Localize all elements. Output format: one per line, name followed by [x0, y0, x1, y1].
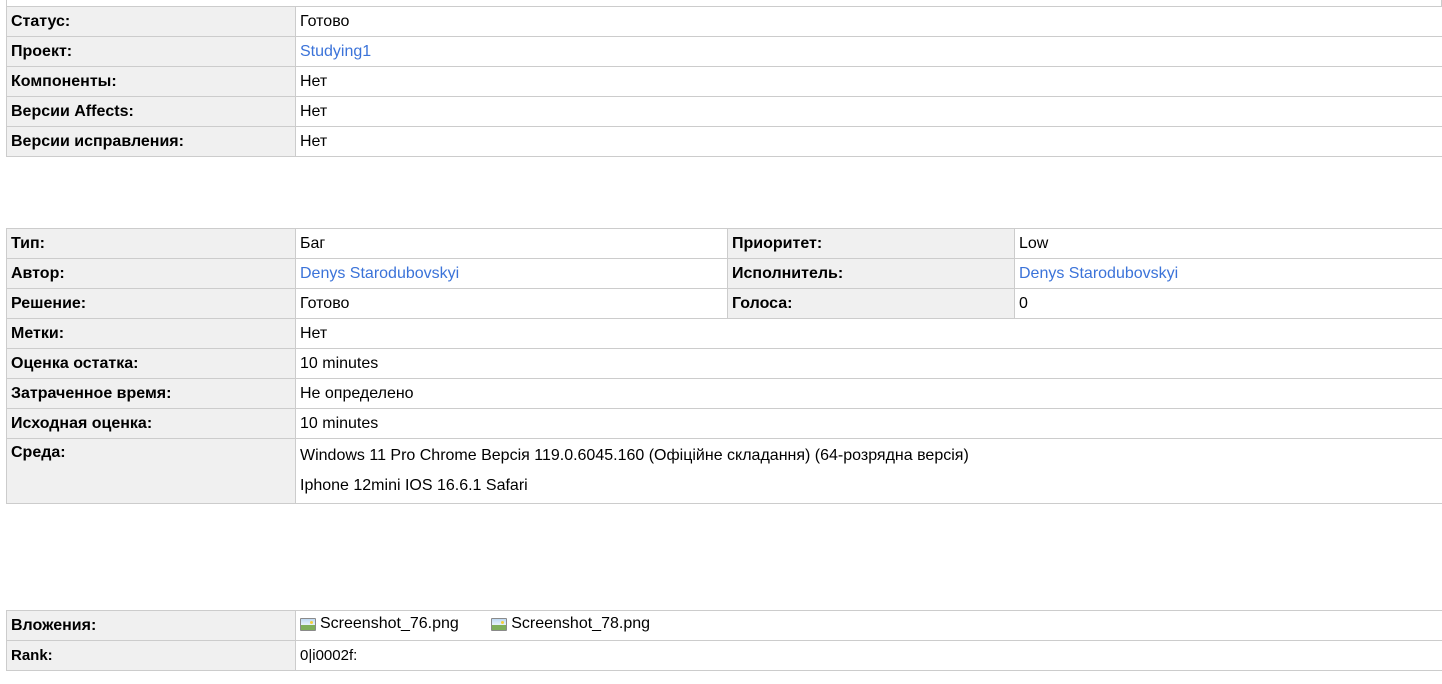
rank-label: Rank: — [6, 640, 296, 671]
components-row: Компоненты: Нет — [6, 66, 1442, 97]
fix-versions-value: Нет — [295, 126, 1442, 157]
environment-value: Windows 11 Pro Chrome Версія 119.0.6045.… — [295, 438, 1442, 504]
assignee-label: Исполнитель: — [727, 258, 1015, 289]
resolution-label: Решение: — [6, 288, 296, 319]
type-priority-row: Тип: Баг Приоритет: Low — [6, 228, 1442, 259]
attachment-link[interactable]: Screenshot_78.png — [491, 615, 650, 633]
time-spent-value: Не определено — [295, 378, 1442, 409]
project-value-cell: Studying1 — [295, 36, 1442, 67]
environment-line: Windows 11 Pro Chrome Версія 119.0.6045.… — [300, 447, 969, 464]
status-row: Статус: Готово — [6, 6, 1442, 37]
fix-versions-row: Версии исправления: Нет — [6, 126, 1442, 157]
components-label: Компоненты: — [6, 66, 296, 97]
attachments-value: Screenshot_76.png Screenshot_78.png — [295, 610, 1442, 641]
labels-row: Метки: Нет — [6, 318, 1442, 349]
attachments-table: Вложения: Screenshot_76.png Screenshot_7… — [6, 610, 1442, 671]
assignee-value-cell: Denys Starodubovskyi — [1014, 258, 1442, 289]
priority-label: Приоритет: — [727, 228, 1015, 259]
attachment-filename: Screenshot_76.png — [320, 615, 459, 633]
author-assignee-row: Автор: Denys Starodubovskyi Исполнитель:… — [6, 258, 1442, 289]
project-row: Проект: Studying1 — [6, 36, 1442, 67]
status-label: Статус: — [6, 6, 296, 37]
resolution-votes-row: Решение: Готово Голоса: 0 — [6, 288, 1442, 319]
summary-table: Статус: Готово Проект: Studying1 Компоне… — [6, 6, 1442, 157]
environment-line: Iphone 12mini IOS 16.6.1 Safari — [300, 477, 528, 494]
type-value: Баг — [295, 228, 728, 259]
environment-label: Среда: — [6, 438, 296, 504]
rank-value: 0|i0002f: — [295, 640, 1442, 671]
components-value: Нет — [295, 66, 1442, 97]
author-link[interactable]: Denys Starodubovskyi — [300, 265, 459, 282]
time-spent-row: Затраченное время: Не определено — [6, 378, 1442, 409]
attachments-label: Вложения: — [6, 610, 296, 641]
environment-row: Среда: Windows 11 Pro Chrome Версія 119.… — [6, 438, 1442, 504]
labels-value: Нет — [295, 318, 1442, 349]
details-table: Тип: Баг Приоритет: Low Автор: Denys Sta… — [6, 228, 1442, 504]
votes-label: Голоса: — [727, 288, 1015, 319]
image-file-icon — [300, 617, 316, 631]
type-label: Тип: — [6, 228, 296, 259]
affects-versions-row: Версии Affects: Нет — [6, 96, 1442, 127]
affects-versions-value: Нет — [295, 96, 1442, 127]
assignee-link[interactable]: Denys Starodubovskyi — [1019, 265, 1178, 282]
attachment-link[interactable]: Screenshot_76.png — [300, 615, 459, 633]
remaining-estimate-label: Оценка остатка: — [6, 348, 296, 379]
resolution-value: Готово — [295, 288, 728, 319]
remaining-estimate-value: 10 minutes — [295, 348, 1442, 379]
remaining-estimate-row: Оценка остатка: 10 minutes — [6, 348, 1442, 379]
project-label: Проект: — [6, 36, 296, 67]
labels-label: Метки: — [6, 318, 296, 349]
fix-versions-label: Версии исправления: — [6, 126, 296, 157]
votes-value: 0 — [1014, 288, 1442, 319]
time-spent-label: Затраченное время: — [6, 378, 296, 409]
rank-row: Rank: 0|i0002f: — [6, 640, 1442, 671]
project-link[interactable]: Studying1 — [300, 43, 371, 60]
original-estimate-value: 10 minutes — [295, 408, 1442, 439]
author-value-cell: Denys Starodubovskyi — [295, 258, 728, 289]
attachments-row: Вложения: Screenshot_76.png Screenshot_7… — [6, 610, 1442, 641]
author-label: Автор: — [6, 258, 296, 289]
priority-value: Low — [1014, 228, 1442, 259]
issue-details-page: Статус: Готово Проект: Studying1 Компоне… — [0, 0, 1442, 684]
original-estimate-label: Исходная оценка: — [6, 408, 296, 439]
affects-versions-label: Версии Affects: — [6, 96, 296, 127]
attachment-filename: Screenshot_78.png — [511, 615, 651, 633]
image-file-icon — [491, 617, 508, 631]
status-value: Готово — [295, 6, 1442, 37]
original-estimate-row: Исходная оценка: 10 minutes — [6, 408, 1442, 439]
